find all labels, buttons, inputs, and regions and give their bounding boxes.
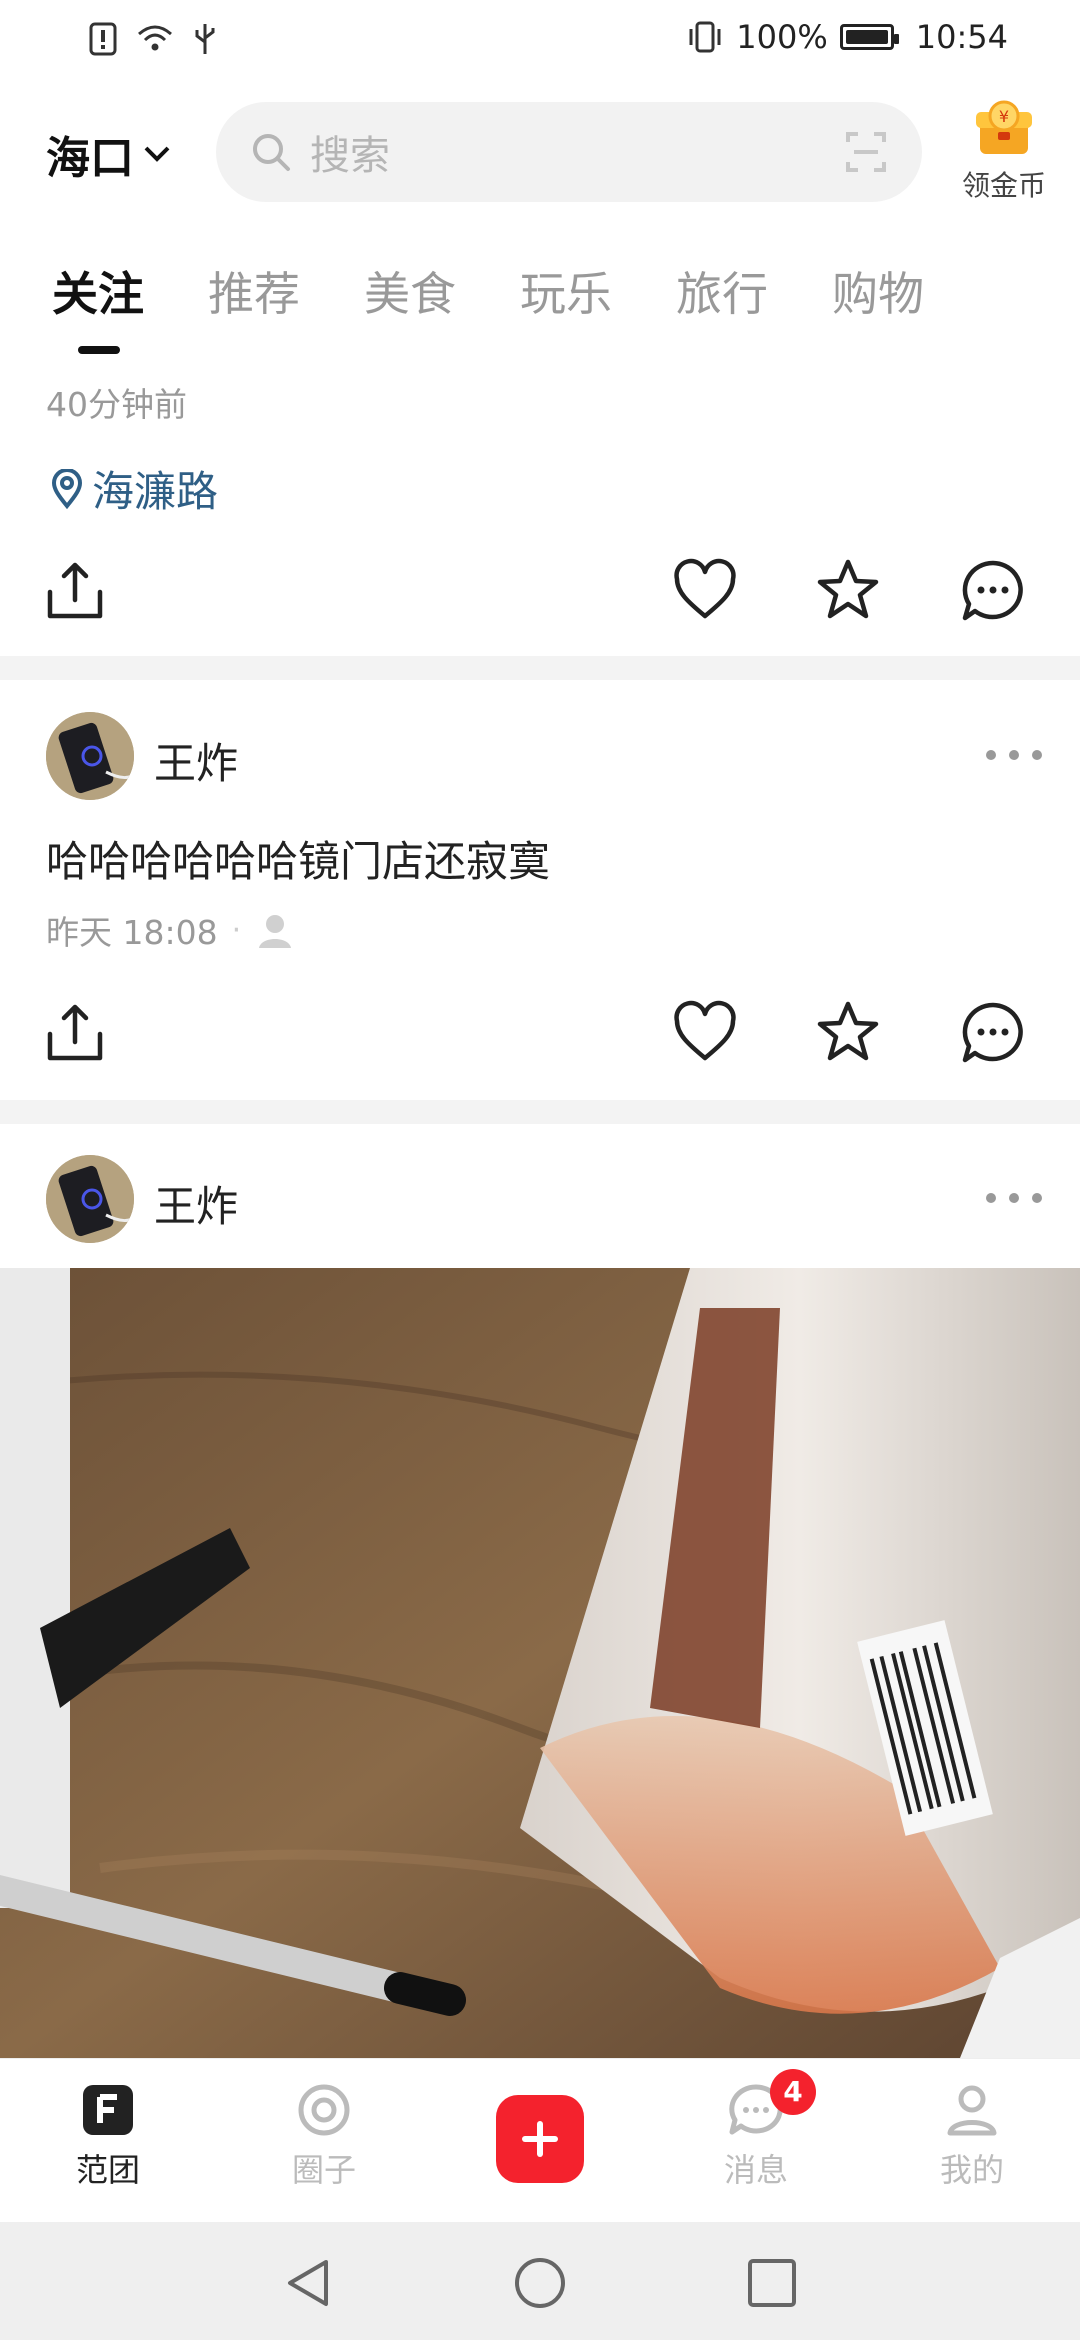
location-pin-icon [51,468,83,509]
comment-icon[interactable] [960,1000,1026,1066]
clock: 10:54 [915,18,1008,56]
username[interactable]: 王炸 [154,1173,238,1234]
header: 海口 搜索 ¥ 领金币 [0,88,1080,218]
tab-shopping[interactable]: 购物 [832,258,924,324]
post-meta: 昨天 18:08 · [46,906,295,954]
post-text[interactable]: 哈哈哈哈哈哈镜门店还寂寞 [46,828,550,889]
tab-following[interactable]: 关注 [52,258,144,324]
nav-label: 圈子 [291,2151,356,2189]
tab-food[interactable]: 美食 [364,258,456,324]
tab-fun[interactable]: 玩乐 [520,258,612,324]
avatar[interactable] [46,712,134,800]
username[interactable]: 王炸 [154,730,238,791]
comment-icon[interactable] [960,558,1026,624]
avatar-image [46,712,134,800]
more-icon[interactable] [984,1191,1044,1205]
city-selector[interactable]: 海口 [46,122,172,186]
profile-icon [947,2085,997,2136]
user-visibility-icon [259,915,292,948]
nav-label: 消息 [723,2151,788,2189]
message-badge: 4 [770,2069,816,2115]
notification-icon [89,22,117,56]
nav-label: 范团 [75,2151,140,2189]
collect-coins-button[interactable]: ¥ 领金币 [944,98,1064,204]
wifi-icon [138,25,172,51]
recent-apps-icon[interactable] [745,2256,799,2310]
avatar[interactable] [46,1155,134,1243]
post-photo[interactable] [0,1268,1080,2058]
share-icon[interactable] [44,560,106,622]
search-icon [253,134,290,171]
chevron-down-icon [144,146,170,162]
tea-bottle-photo [0,1268,1080,2058]
star-icon[interactable] [814,998,882,1066]
status-right: 100% 10:54 [686,18,1008,56]
home-icon[interactable] [513,2256,567,2310]
nav-circle[interactable]: 圈子 [254,2083,394,2191]
vibrate-icon [689,21,721,53]
feed-divider [0,1100,1080,1124]
location-name: 海濂路 [92,467,219,516]
star-icon[interactable] [814,556,882,624]
gift-coin-icon: ¥ [976,100,1032,154]
tab-travel[interactable]: 旅行 [676,258,768,324]
city-name: 海口 [46,133,134,184]
status-bar: 100% 10:54 [0,0,1080,84]
nav-fantuan[interactable]: 范团 [38,2083,178,2191]
post-actions [0,992,1080,1082]
bottom-nav: 范团 圈子 4 消息 我的 [0,2058,1080,2222]
category-tabs: 关注 推荐 美食 玩乐 旅行 购物 [0,250,1080,360]
scan-icon[interactable] [844,130,888,174]
nav-label: 我的 [939,2151,1004,2189]
usb-icon [195,24,215,54]
search-placeholder: 搜索 [310,133,390,179]
add-post-button[interactable] [496,2095,584,2183]
more-icon[interactable] [984,748,1044,762]
post-time: 昨天 18:08 [46,913,218,952]
tab-indicator [78,346,120,354]
circle-target-icon [298,2084,350,2136]
avatar-image [46,1155,134,1243]
search-bar[interactable]: 搜索 [216,102,922,202]
post-time: 40分钟前 [46,385,187,424]
post-actions [0,550,1080,640]
system-navigation-bar [0,2222,1080,2340]
fantuan-logo-icon [83,2085,133,2135]
heart-icon[interactable] [672,1000,738,1066]
nav-messages[interactable]: 4 消息 [686,2069,826,2191]
feed-divider [0,656,1080,680]
battery-percent: 100% [736,18,828,56]
battery-icon [839,24,899,50]
back-icon[interactable] [282,2256,336,2310]
share-icon[interactable] [44,1002,106,1064]
tab-recommended[interactable]: 推荐 [208,258,300,324]
collect-coins-label: 领金币 [961,169,1046,202]
svg-text:¥: ¥ [999,107,1009,126]
post-location[interactable]: 海濂路 [50,458,218,519]
heart-icon[interactable] [672,558,738,624]
meta-separator: · [231,912,242,948]
nav-profile[interactable]: 我的 [902,2083,1042,2191]
status-left-icons [88,22,218,56]
